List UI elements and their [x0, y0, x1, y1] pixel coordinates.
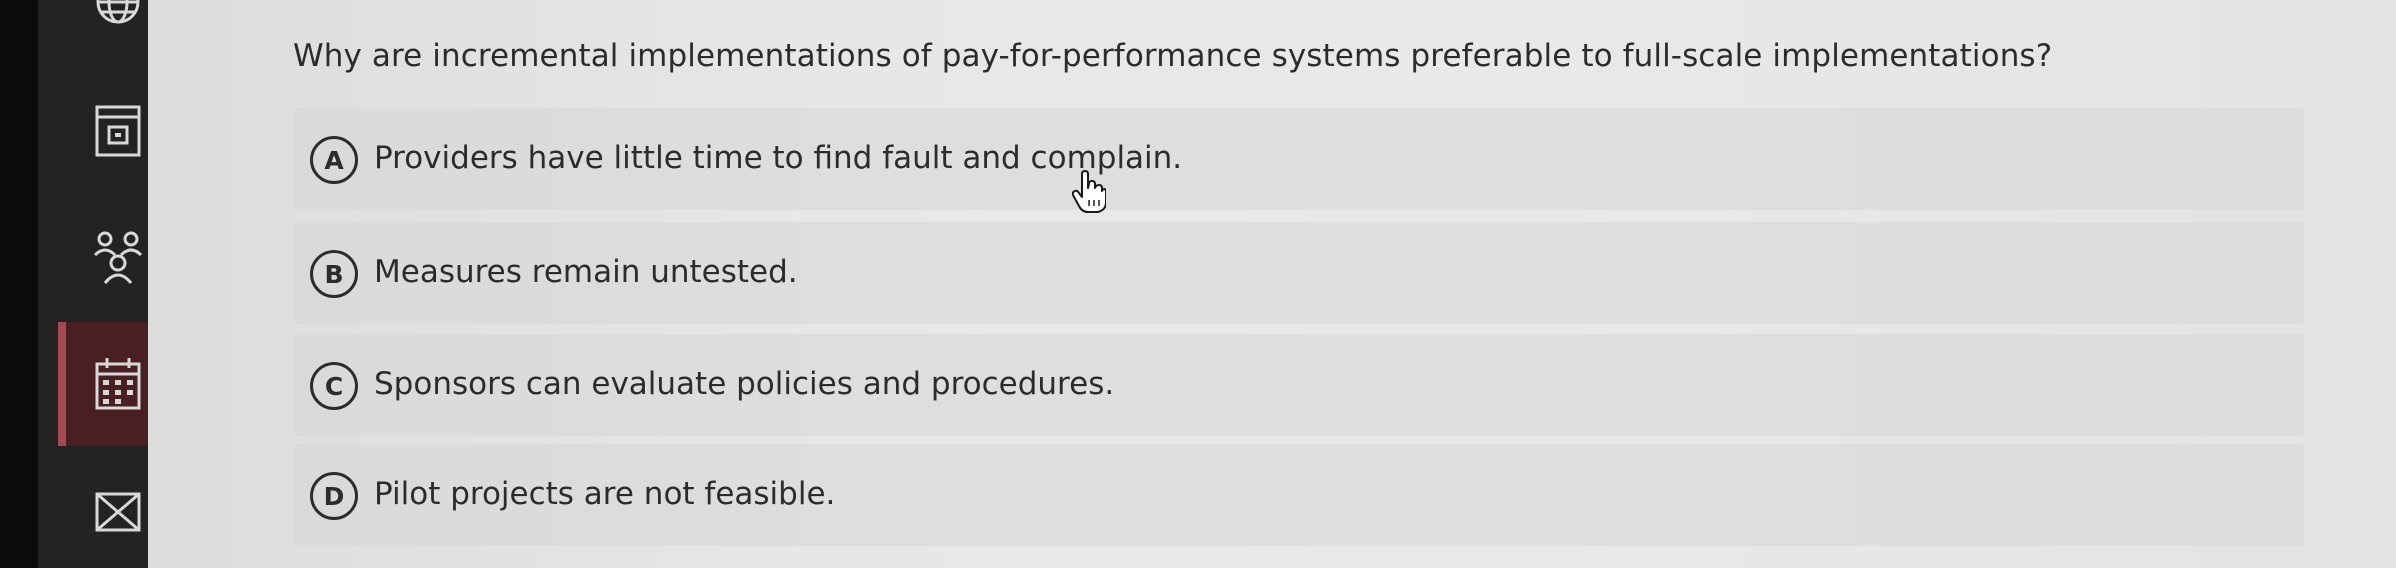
option-text: Sponsors can evaluate policies and proce…: [374, 366, 1115, 402]
option-b[interactable]: B Measures remain untested.: [294, 222, 2304, 324]
option-text: Providers have little time to find fault…: [374, 140, 1183, 176]
sidebar-edge: [0, 0, 38, 568]
people-icon[interactable]: [88, 228, 148, 288]
option-letter-badge: B: [310, 250, 358, 298]
question-text: Why are incremental implementations of p…: [293, 38, 2053, 74]
calendar-icon[interactable]: [88, 100, 148, 160]
schedule-icon[interactable]: [88, 354, 148, 414]
globe-icon[interactable]: [88, 0, 148, 32]
option-text: Pilot projects are not feasible.: [374, 476, 836, 512]
option-text: Measures remain untested.: [374, 254, 798, 290]
question-panel: Why are incremental implementations of p…: [148, 0, 2396, 568]
option-d[interactable]: D Pilot projects are not feasible.: [294, 444, 2304, 546]
option-letter-badge: C: [310, 362, 358, 410]
option-a[interactable]: A Providers have little time to find fau…: [294, 108, 2304, 210]
mail-icon[interactable]: [88, 482, 148, 542]
option-letter-badge: A: [310, 136, 358, 184]
hand-pointer-icon: [1071, 170, 1107, 214]
option-letter-badge: D: [310, 472, 358, 520]
sidebar: [0, 0, 148, 568]
active-indicator-bar: [58, 322, 66, 446]
option-c[interactable]: C Sponsors can evaluate policies and pro…: [294, 334, 2304, 436]
